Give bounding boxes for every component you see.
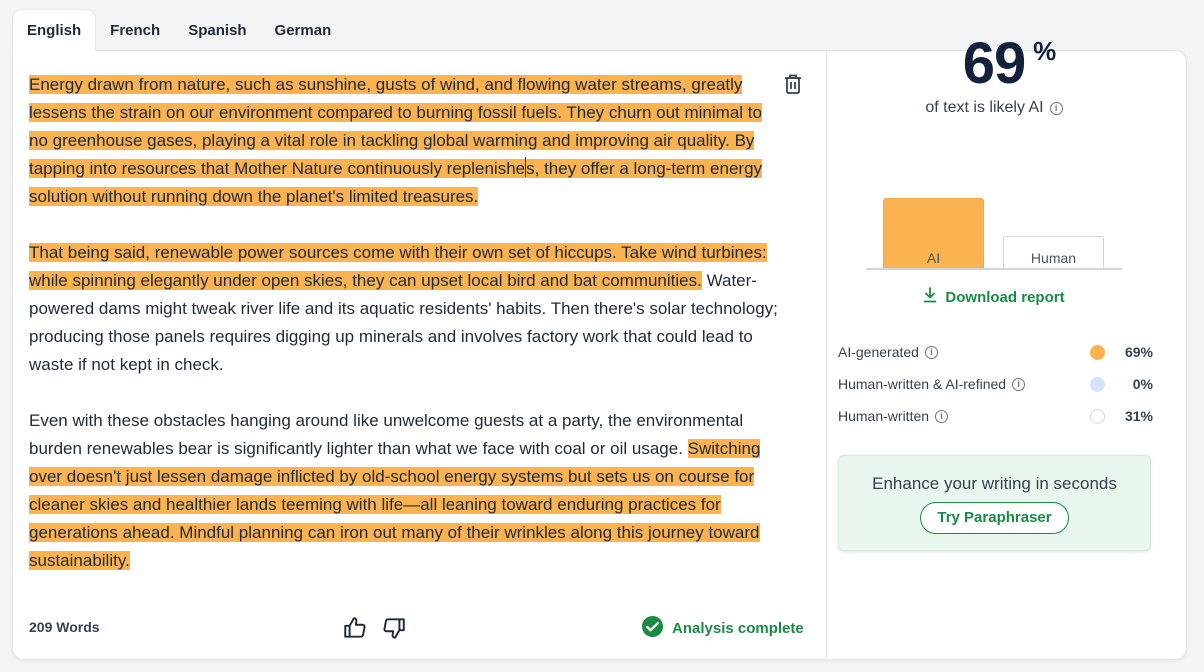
- paragraph-1: Energy drawn from nature, such as sunshi…: [29, 71, 779, 211]
- legend-value: 69%: [1124, 344, 1153, 360]
- download-icon: [923, 287, 937, 307]
- tab-english[interactable]: English: [12, 9, 97, 51]
- chart-baseline: [866, 268, 1122, 270]
- tab-french[interactable]: French: [96, 9, 174, 51]
- ai-highlight: Switching over doesn't just lessen damag…: [29, 439, 761, 570]
- info-icon[interactable]: i: [1049, 101, 1063, 115]
- promo-text: Enhance your writing in seconds: [872, 474, 1117, 493]
- human-text: Even with these obstacles hanging around…: [29, 411, 744, 458]
- legend-value: 0%: [1132, 376, 1153, 392]
- info-icon[interactable]: i: [1012, 377, 1026, 391]
- score-caption-row: of text is likely AI i: [814, 99, 1174, 117]
- score-caption: of text is likely AI: [925, 99, 1044, 116]
- info-icon[interactable]: i: [935, 409, 949, 423]
- legend-label: AI-generated: [838, 344, 919, 360]
- ai-score: 69% of text is likely AI i: [814, 30, 1174, 117]
- thumbs-up-icon[interactable]: [342, 615, 368, 641]
- word-count: 209 Words: [29, 619, 100, 635]
- tab-german[interactable]: German: [261, 9, 346, 51]
- legend-color-dot: [1090, 408, 1105, 424]
- legend-value: 31%: [1124, 408, 1153, 424]
- legend-color-dot: [1090, 376, 1105, 392]
- ai-bar-label: AI: [926, 250, 941, 266]
- legend-label: Human-written & AI-refined: [838, 376, 1007, 392]
- check-circle-icon: [641, 615, 664, 642]
- legend-label: Human-written: [838, 408, 930, 424]
- score-number: 69: [962, 31, 1027, 96]
- legend-row-human-written: Human-written i 31%: [838, 400, 1153, 432]
- ai-highlight: That being said, renewable power sources…: [29, 243, 767, 290]
- language-tabs: English French Spanish German: [12, 9, 345, 51]
- analysis-status: Analysis complete: [641, 615, 804, 641]
- try-paraphraser-button[interactable]: Try Paraphraser: [920, 502, 1069, 534]
- paragraph-3: Even with these obstacles hanging around…: [29, 407, 779, 575]
- human-bar-label: Human: [1030, 250, 1077, 266]
- thumbs-down-icon[interactable]: [381, 615, 407, 641]
- paragraph-2: That being said, renewable power sources…: [29, 239, 779, 379]
- editor-footer: 209 Words Analysis complete: [29, 611, 809, 645]
- legend-row-ai-generated: AI-generated i 69%: [838, 336, 1153, 368]
- panel-divider: [826, 51, 827, 659]
- text-editor[interactable]: Energy drawn from nature, such as sunshi…: [29, 71, 779, 603]
- score-value: 69%: [962, 30, 1057, 97]
- legend-row-ai-refined: Human-written & AI-refined i 0%: [838, 368, 1153, 400]
- legend-color-dot: [1090, 344, 1105, 360]
- download-report-button[interactable]: Download report: [814, 287, 1174, 307]
- score-unit: %: [1033, 36, 1056, 66]
- tab-spanish[interactable]: Spanish: [174, 9, 260, 51]
- status-text: Analysis complete: [672, 619, 804, 637]
- download-label: Download report: [945, 288, 1065, 306]
- breakdown-legend: AI-generated i 69% Human-written & AI-re…: [838, 336, 1153, 432]
- info-icon[interactable]: i: [924, 345, 938, 359]
- paraphraser-promo: Enhance your writing in seconds Try Para…: [838, 455, 1151, 551]
- trash-icon[interactable]: [783, 73, 803, 95]
